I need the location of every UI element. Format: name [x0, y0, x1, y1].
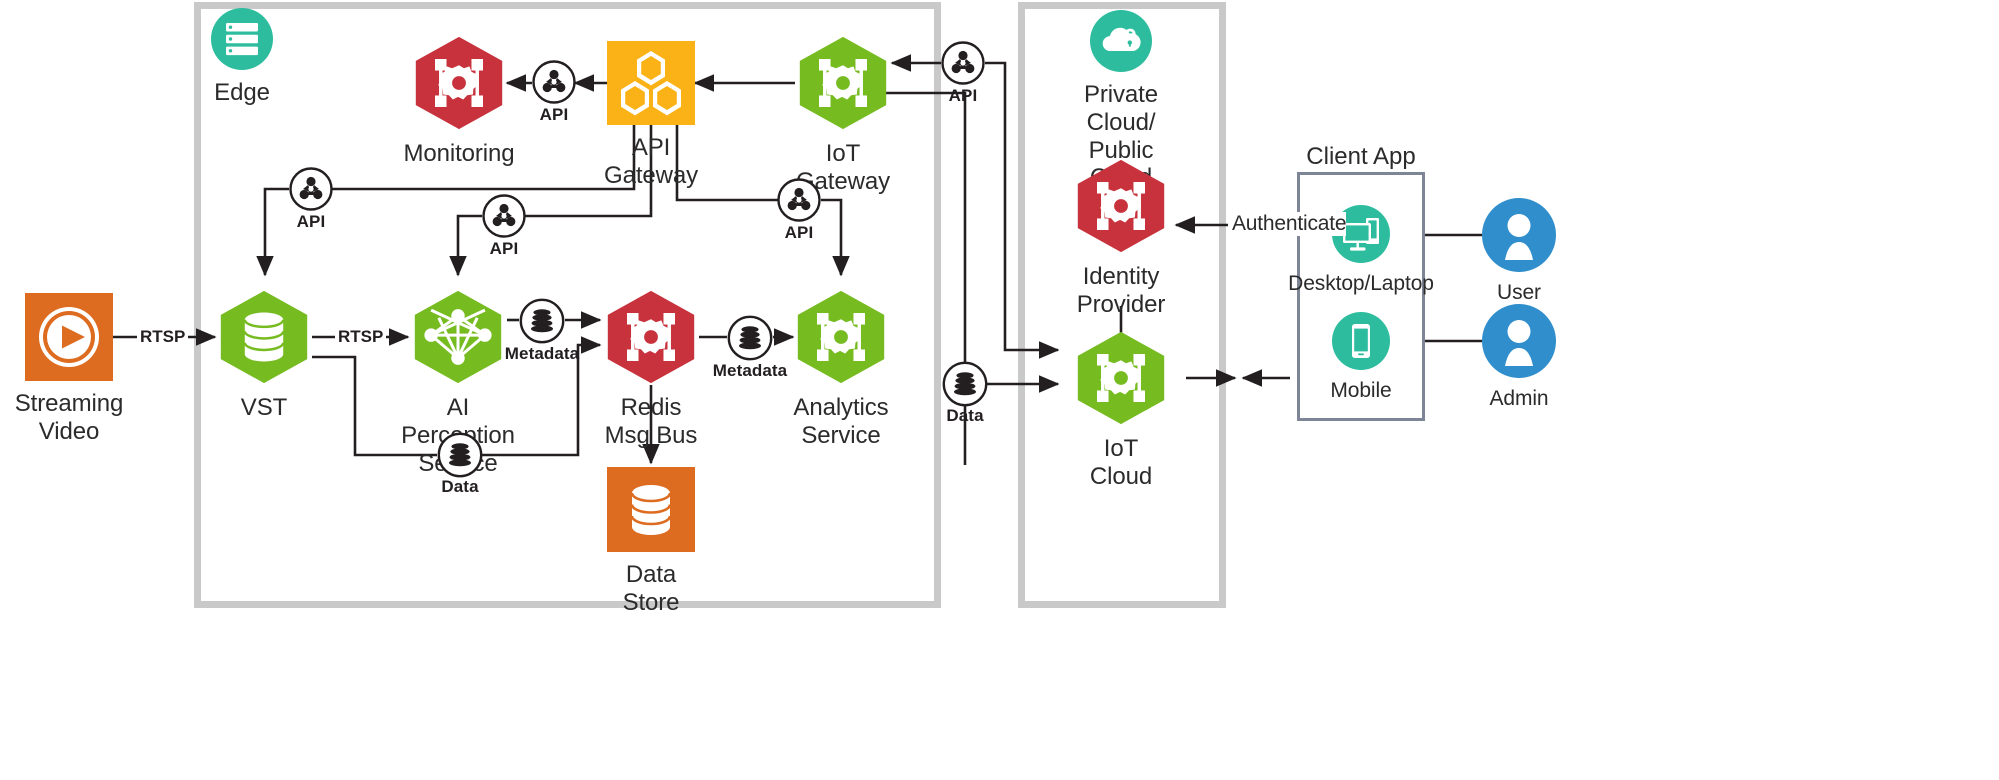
badge-data-cloud-label: Data [946, 406, 984, 425]
node-admin[interactable]: Admin [1482, 304, 1556, 411]
play-circle-icon [25, 293, 113, 381]
architecture-diagram: Edge Monitoring API Gateway IoT Gateway … [0, 0, 1999, 780]
client-app-title: Client App [1306, 143, 1416, 170]
node-label: IoT Cloud [1089, 435, 1153, 490]
node-streaming-video[interactable]: Streaming Video [15, 293, 123, 446]
node-data-store[interactable]: Data Store [607, 467, 695, 617]
node-label: Data Store [622, 561, 680, 616]
badge-api-analytics-label: API [784, 223, 814, 242]
badge-api-cloud-label: API [948, 86, 978, 105]
badge-api-vst[interactable] [289, 167, 333, 211]
node-mobile[interactable]: Mobile [1330, 312, 1392, 403]
badge-metadata-ai-label: Metadata [504, 344, 580, 363]
badge-api-analytics[interactable] [777, 178, 821, 222]
node-user[interactable]: User [1482, 198, 1556, 305]
node-label: Identity Provider [1076, 263, 1166, 318]
badge-data-cloud[interactable] [942, 361, 988, 407]
node-label: Edge [214, 79, 270, 106]
hexagon-cluster-icon [607, 41, 695, 125]
badge-data-vst[interactable] [437, 432, 483, 478]
node-edge[interactable]: Edge [211, 8, 273, 107]
node-api-gateway[interactable]: API Gateway [604, 41, 699, 190]
badge-api-cloud[interactable] [941, 41, 985, 85]
badge-metadata-ai[interactable] [519, 298, 565, 344]
node-label: VST [240, 394, 288, 421]
microservice-gear-icon [795, 35, 891, 131]
badge-metadata-redis[interactable] [727, 315, 773, 361]
node-label: Analytics Service [793, 394, 889, 449]
node-label: User [1497, 281, 1541, 304]
edge-label-rtsp-source: RTSP [137, 327, 189, 347]
person-icon [1482, 304, 1556, 378]
node-vst[interactable]: VST [216, 289, 312, 422]
node-label: Desktop/Laptop [1288, 272, 1434, 295]
badge-api-vst-label: API [296, 212, 326, 231]
node-identity-provider[interactable]: Identity Provider [1073, 158, 1169, 319]
node-iot-cloud[interactable]: IoT Cloud [1073, 330, 1169, 491]
database-stack-icon [607, 467, 695, 552]
edge-label-rtsp-vst: RTSP [335, 327, 387, 347]
badge-api-ai-label: API [489, 239, 519, 258]
badge-api-top[interactable] [532, 60, 576, 104]
database-cylinder-icon [216, 289, 312, 385]
node-iot-gateway[interactable]: IoT Gateway [795, 35, 891, 196]
microservice-gear-icon [793, 289, 889, 385]
node-label: Redis Msg Bus [604, 394, 698, 449]
badge-metadata-redis-label: Metadata [712, 361, 788, 380]
node-analytics-service[interactable]: Analytics Service [793, 289, 889, 450]
person-icon [1482, 198, 1556, 272]
cloud-lock-icon [1090, 10, 1152, 72]
microservice-gear-icon [411, 35, 507, 131]
node-label: Mobile [1330, 379, 1392, 402]
badge-data-vst-label: Data [441, 477, 479, 496]
edge-label-authenticate: Authenticate [1232, 212, 1347, 236]
microservice-gear-icon [1073, 330, 1169, 426]
badge-api-top-label: API [539, 105, 569, 124]
mobile-phone-icon [1332, 312, 1390, 370]
microservice-gear-icon [603, 289, 699, 385]
microservice-gear-icon [1073, 158, 1169, 254]
node-redis-msg-bus[interactable]: Redis Msg Bus [603, 289, 699, 450]
node-label: Monitoring [403, 140, 515, 167]
neural-network-icon [410, 289, 506, 385]
badge-api-ai[interactable] [482, 194, 526, 238]
node-label: API Gateway [604, 134, 699, 189]
node-label: Streaming Video [14, 390, 124, 445]
node-label: Admin [1489, 387, 1549, 410]
node-monitoring[interactable]: Monitoring [403, 35, 515, 168]
server-stack-icon [211, 8, 273, 70]
